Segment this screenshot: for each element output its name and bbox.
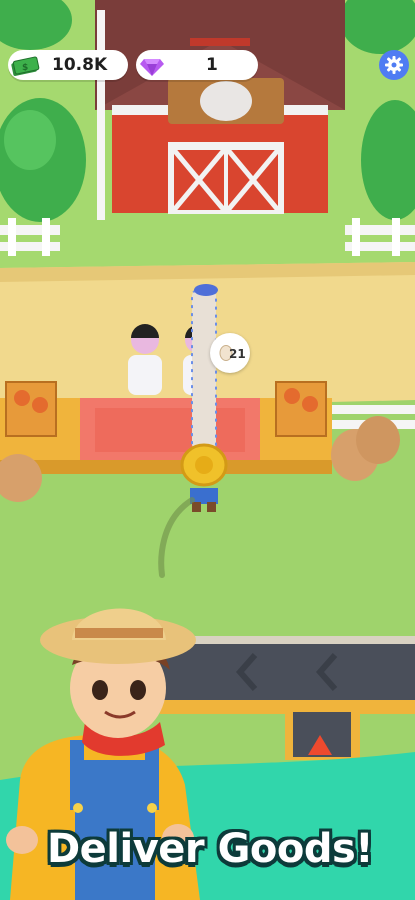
purple-gem-icon (139, 53, 165, 77)
carried-goods-stack (191, 284, 218, 451)
settings-button[interactable] (379, 50, 409, 80)
cash-stack-icon: $ (10, 53, 40, 77)
gear-icon (384, 55, 404, 75)
gems-value: 1 (206, 55, 218, 75)
svg-text:$: $ (22, 63, 28, 73)
cash-counter: $ 10.8K (8, 50, 128, 80)
cash-value: 10.8K (52, 55, 108, 75)
red-barn (95, 0, 345, 220)
gems-counter: 1 (136, 50, 258, 80)
farm-scene (0, 0, 415, 900)
order-bubble: 21 (210, 333, 250, 373)
banner-headline: Deliver Goods! (46, 826, 374, 872)
order-quantity: 21 (229, 347, 246, 361)
customer-left (128, 324, 162, 395)
